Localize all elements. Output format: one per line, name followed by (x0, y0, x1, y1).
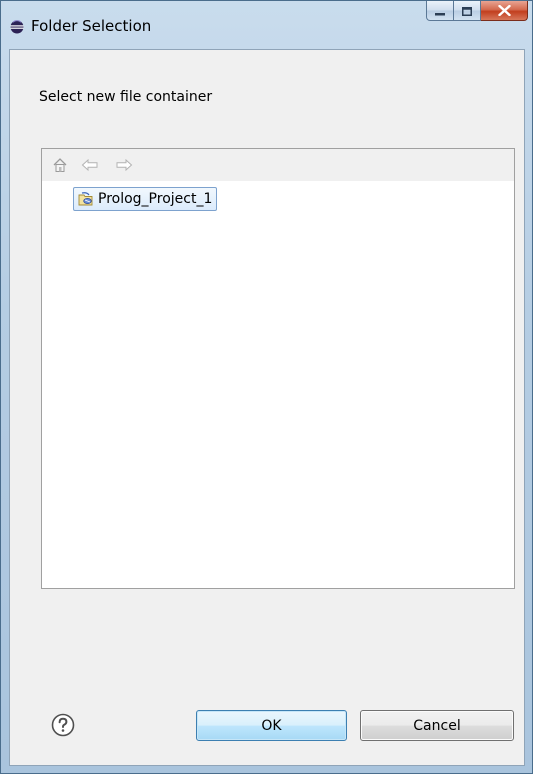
dialog-client-area: Select new file container Prolog_Project… (9, 49, 525, 766)
folder-selection-window: Folder Selection Select new file contain… (0, 0, 533, 774)
home-icon[interactable] (50, 155, 70, 175)
maximize-icon (462, 1, 472, 20)
tree-item-label: Prolog_Project_1 (98, 191, 213, 207)
cancel-button[interactable]: Cancel (360, 710, 514, 741)
ok-button[interactable]: OK (196, 710, 347, 741)
forward-arrow-icon[interactable] (114, 155, 134, 175)
help-icon[interactable] (51, 713, 75, 737)
back-arrow-icon[interactable] (80, 155, 100, 175)
navigation-toolbar (42, 149, 514, 181)
minimize-button[interactable] (426, 1, 454, 21)
window-controls (426, 1, 528, 25)
minimize-icon (435, 1, 445, 20)
tree-item-prolog-project-1[interactable]: Prolog_Project_1 (73, 187, 218, 211)
maximize-button[interactable] (454, 1, 481, 21)
project-icon (78, 191, 94, 207)
close-button[interactable] (481, 1, 528, 21)
eclipse-icon (10, 19, 24, 34)
folder-tree[interactable]: Prolog_Project_1 (41, 148, 515, 589)
dialog-prompt: Select new file container (39, 89, 213, 105)
close-icon (497, 1, 511, 20)
window-title: Folder Selection (31, 17, 152, 35)
title-bar[interactable]: Folder Selection (1, 1, 532, 49)
